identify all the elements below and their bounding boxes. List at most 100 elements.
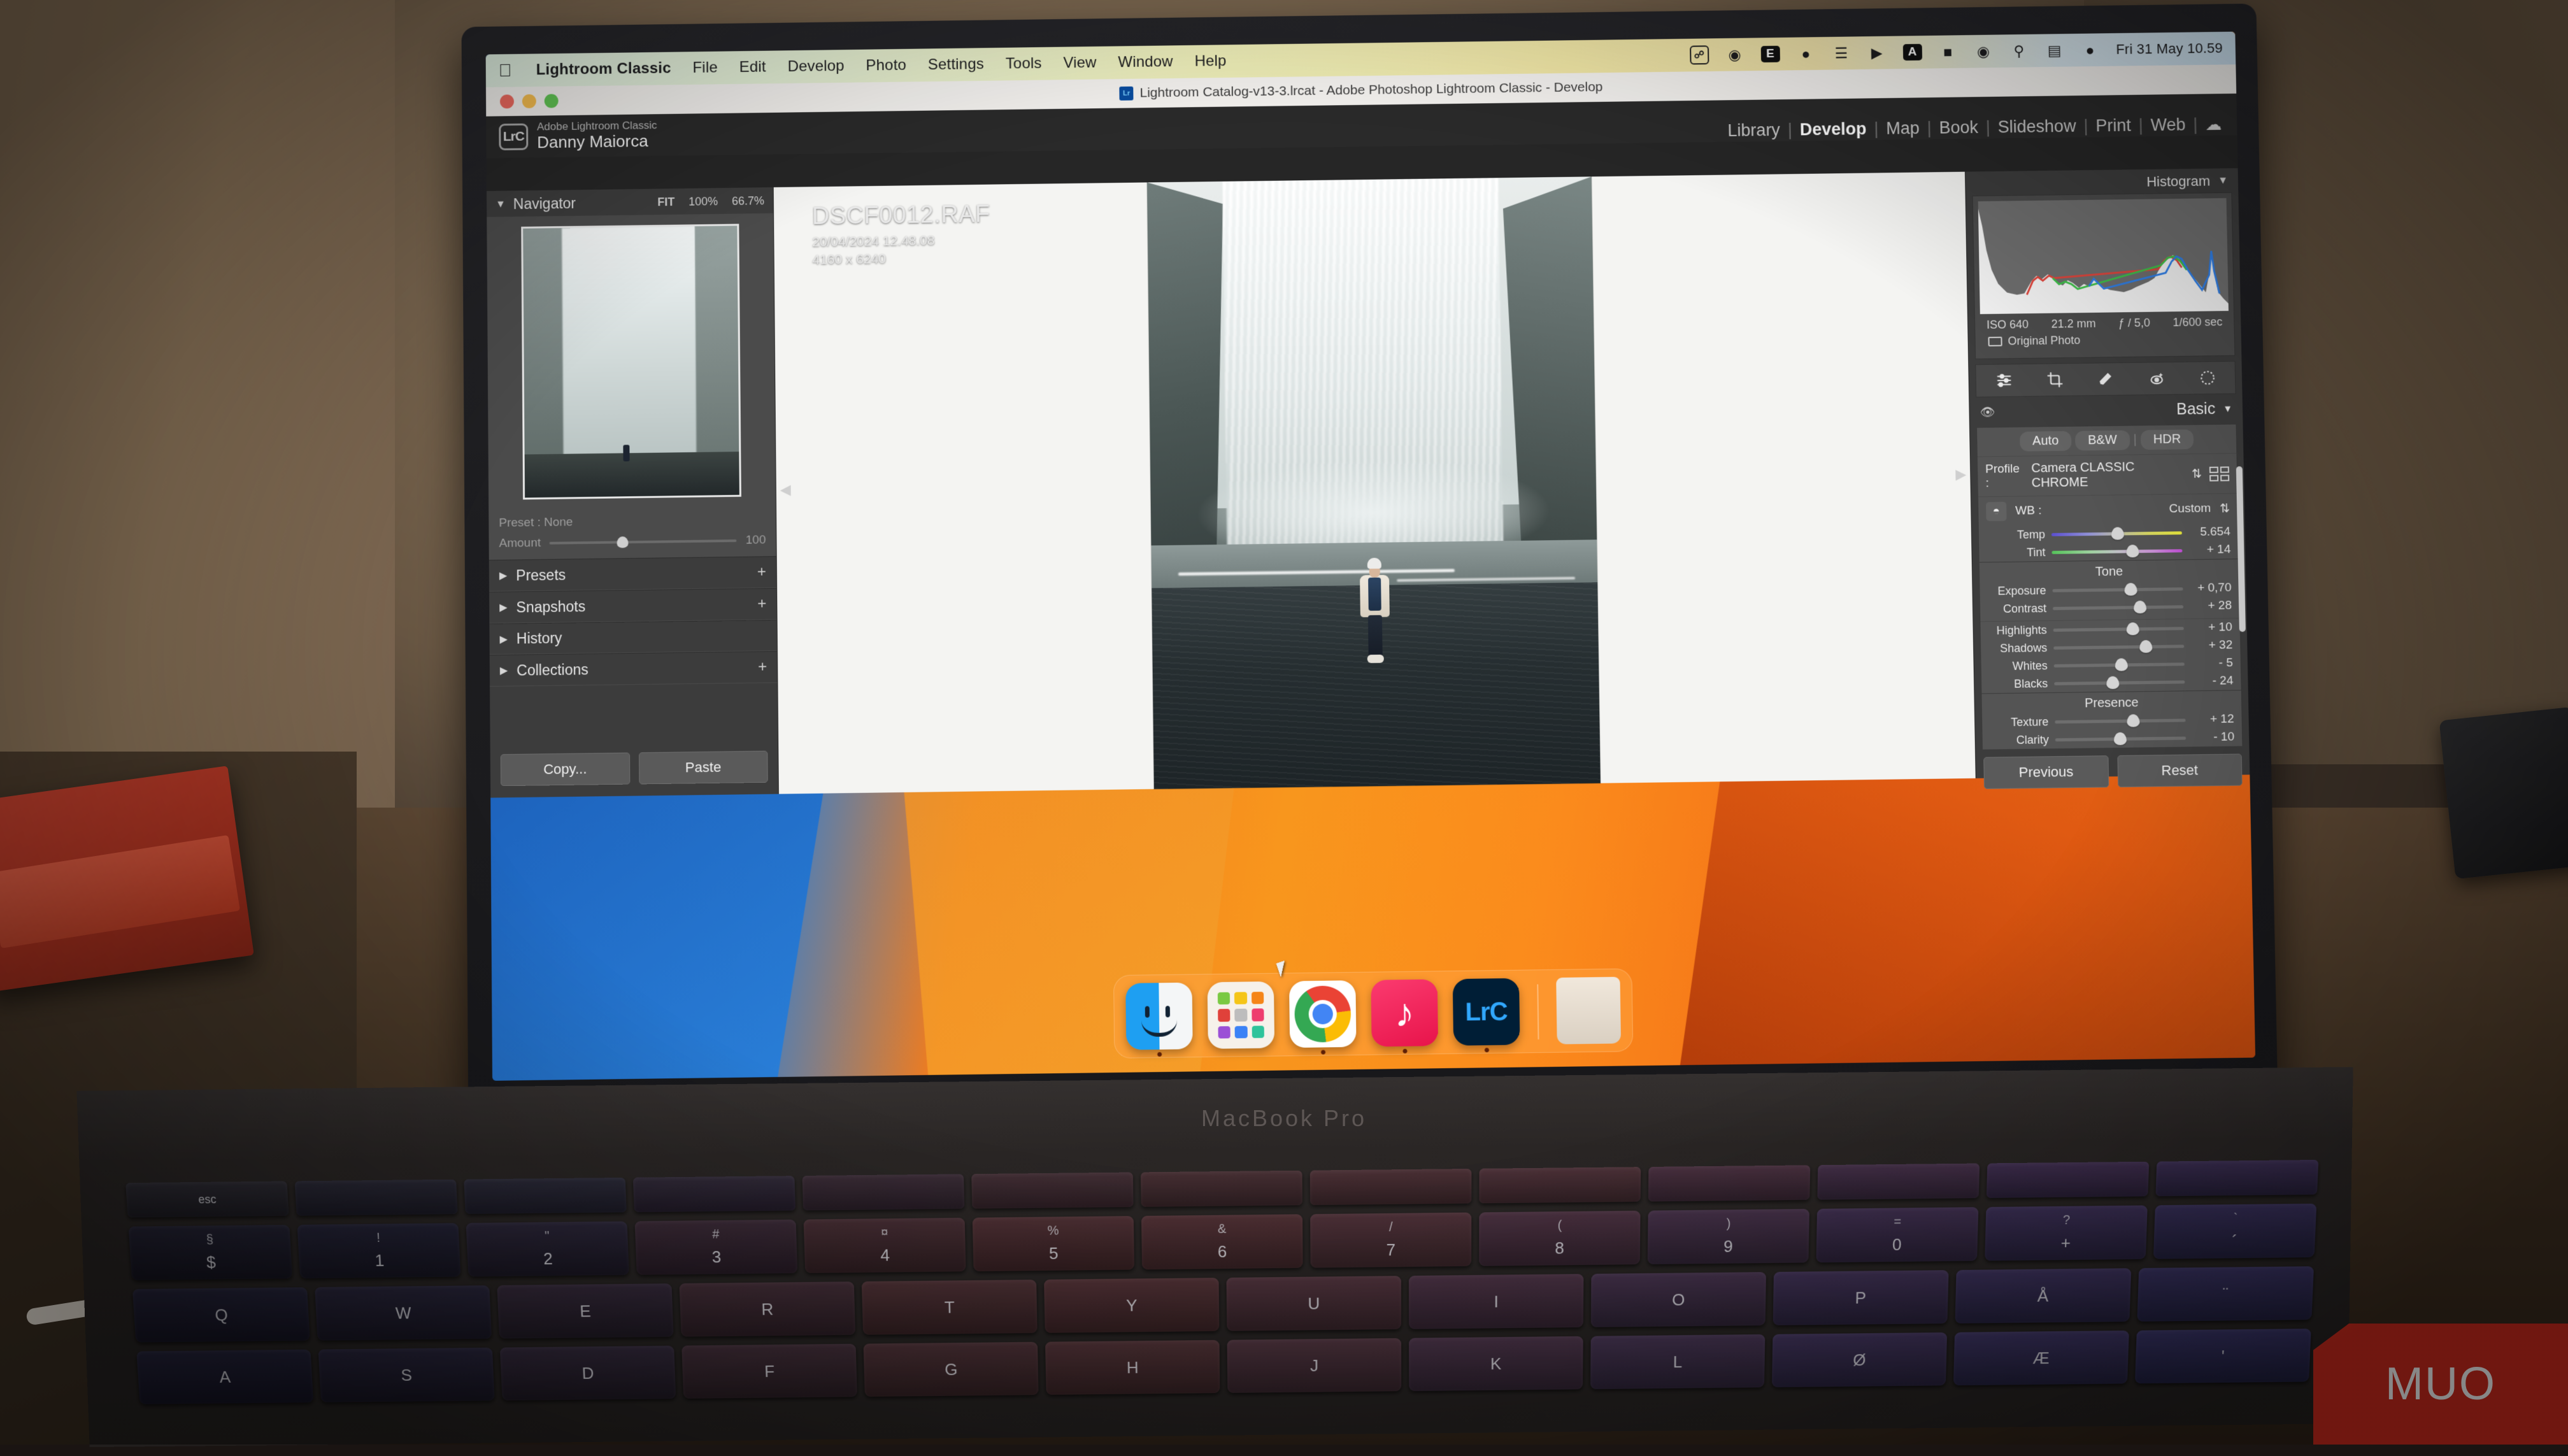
module-develop[interactable]: Develop bbox=[1792, 119, 1874, 139]
histogram-graph[interactable] bbox=[1978, 198, 2229, 314]
eyedropper-icon[interactable]: ◓ bbox=[1986, 502, 2007, 521]
key-g[interactable]: G bbox=[864, 1342, 1039, 1397]
key-r[interactable]: R bbox=[679, 1281, 855, 1337]
slider-knob[interactable] bbox=[2127, 714, 2139, 727]
chevron-down-icon[interactable]: ▼ bbox=[2223, 404, 2232, 415]
key-f5[interactable] bbox=[971, 1173, 1133, 1209]
key-d[interactable]: D bbox=[500, 1346, 676, 1401]
module-print[interactable]: Print bbox=[2088, 116, 2139, 136]
bw-button[interactable]: B&W bbox=[2075, 431, 2130, 451]
basic-panel-header[interactable]: 👁 Basic ▼ bbox=[1969, 394, 2243, 427]
menu-item-view[interactable]: View bbox=[1063, 54, 1096, 72]
zoom-667[interactable]: 66.7% bbox=[732, 194, 764, 208]
key-7[interactable]: /7 bbox=[1310, 1213, 1471, 1268]
key-u[interactable]: U bbox=[1226, 1276, 1401, 1331]
image-canvas[interactable]: DSCF0012.RAF 20/04/2024 12.48.08 4160 x … bbox=[774, 172, 1976, 794]
key-l[interactable]: L bbox=[1590, 1334, 1765, 1389]
profile-browser-icon[interactable] bbox=[2209, 466, 2229, 481]
module-slideshow[interactable]: Slideshow bbox=[1990, 117, 2084, 138]
menu-clock[interactable]: Fri 31 May 10.59 bbox=[2116, 40, 2223, 58]
menu-item-develop[interactable]: Develop bbox=[787, 57, 844, 76]
key-f8[interactable] bbox=[1479, 1167, 1641, 1203]
slider-track[interactable] bbox=[2054, 662, 2185, 667]
profile-stepper-icon[interactable]: ⇅ bbox=[2192, 466, 2202, 481]
slider-track[interactable] bbox=[2053, 587, 2183, 592]
profile-value[interactable]: Camera CLASSIC CHROME bbox=[2031, 459, 2185, 490]
slider-knob[interactable] bbox=[2134, 600, 2146, 613]
healing-brush-icon[interactable] bbox=[2095, 369, 2117, 389]
key-t[interactable]: T bbox=[862, 1280, 1038, 1335]
slider-knob[interactable] bbox=[2126, 545, 2139, 557]
key-f10[interactable] bbox=[1817, 1164, 1979, 1200]
module-picker[interactable]: Library | Develop | Map | Book | Slidesh… bbox=[1720, 115, 2222, 141]
key-q[interactable]: Q bbox=[132, 1287, 310, 1343]
key-oslash[interactable]: Ø bbox=[1772, 1332, 1947, 1387]
slider-track[interactable] bbox=[2051, 549, 2182, 554]
key-f6[interactable] bbox=[1141, 1171, 1302, 1207]
key-2[interactable]: "2 bbox=[466, 1221, 629, 1276]
stack-icon[interactable]: ☰ bbox=[1832, 43, 1851, 62]
key-1[interactable]: !1 bbox=[297, 1223, 460, 1278]
key-f[interactable]: F bbox=[681, 1344, 857, 1399]
slider-knob[interactable] bbox=[2139, 639, 2152, 652]
paste-button[interactable]: Paste bbox=[639, 751, 768, 785]
add-preset-button[interactable]: + bbox=[757, 563, 766, 581]
key-4[interactable]: ¤4 bbox=[804, 1218, 966, 1273]
slider-knob[interactable] bbox=[2124, 583, 2137, 596]
key-h[interactable]: H bbox=[1045, 1340, 1220, 1395]
launchpad-icon[interactable] bbox=[1208, 981, 1275, 1049]
wifi-icon[interactable]: ◉ bbox=[1974, 42, 1993, 61]
slider-track[interactable] bbox=[2053, 605, 2183, 610]
slider-track[interactable] bbox=[2051, 531, 2182, 536]
key-3[interactable]: #3 bbox=[634, 1220, 797, 1275]
record-circle-icon[interactable]: ● bbox=[1796, 44, 1815, 63]
crop-icon[interactable] bbox=[2044, 369, 2066, 390]
key-f1[interactable] bbox=[295, 1180, 458, 1216]
lightroom-classic-icon[interactable]: LrC bbox=[1453, 978, 1520, 1046]
mac-dock[interactable]: ♪ LrC bbox=[1113, 968, 1633, 1059]
module-map[interactable]: Map bbox=[1878, 118, 1927, 139]
key-f7[interactable] bbox=[1310, 1169, 1472, 1205]
add-snapshot-button[interactable]: + bbox=[757, 595, 766, 613]
key-y[interactable]: Y bbox=[1044, 1278, 1219, 1333]
radial-gradient-icon[interactable] bbox=[2196, 368, 2218, 388]
k-circle-icon[interactable]: ◉ bbox=[1725, 45, 1744, 64]
module-library[interactable]: Library bbox=[1720, 120, 1788, 141]
checkbox-icon[interactable] bbox=[1988, 337, 2002, 346]
apple-icon[interactable]:  bbox=[499, 62, 512, 80]
chevron-right-icon[interactable]: ▶ bbox=[500, 664, 508, 677]
key-i[interactable]: I bbox=[1409, 1274, 1583, 1329]
key-aring[interactable]: Å bbox=[1955, 1268, 2131, 1324]
sidebar-item-presets[interactable]: ▶ Presets + bbox=[489, 556, 776, 592]
sidebar-item-collections[interactable]: ▶ Collections + bbox=[490, 651, 778, 687]
key-plus[interactable]: ?+ bbox=[1985, 1205, 2148, 1260]
chevron-right-icon[interactable]: ▶ bbox=[499, 569, 507, 582]
treatment-row[interactable]: Auto B&W | HDR bbox=[1977, 424, 2236, 456]
key-e[interactable]: E bbox=[497, 1283, 673, 1339]
key-acute[interactable]: `´ bbox=[2153, 1204, 2316, 1259]
key-p[interactable]: P bbox=[1773, 1270, 1949, 1325]
key-s[interactable]: S bbox=[318, 1348, 494, 1402]
menu-item-edit[interactable]: Edit bbox=[739, 59, 766, 76]
battery-icon[interactable]: ■ bbox=[1938, 42, 1957, 61]
reset-button[interactable]: Reset bbox=[2117, 753, 2243, 787]
key-k[interactable]: K bbox=[1409, 1336, 1583, 1391]
keyboard[interactable]: esc §$ !1 "2 #3 ¤4 %5 &6 /7 (8 )9 =0 bbox=[100, 1160, 2344, 1456]
profile-row[interactable]: Profile : Camera CLASSIC CHROME ⇅ bbox=[1978, 453, 2237, 496]
keyboard-home-row[interactable]: A S D F G H J K L Ø Æ ' bbox=[111, 1329, 2336, 1405]
slider-knob[interactable] bbox=[2114, 732, 2127, 745]
menu-item-settings[interactable]: Settings bbox=[928, 55, 984, 74]
music-icon[interactable]: ♪ bbox=[1371, 979, 1438, 1046]
chevron-down-icon[interactable]: ▼ bbox=[496, 199, 506, 210]
red-eye-icon[interactable] bbox=[2145, 368, 2167, 389]
slider-knob[interactable] bbox=[2126, 622, 2139, 635]
right-panel-collapse-arrow[interactable]: ▶ bbox=[1955, 466, 1966, 483]
white-balance-row[interactable]: ◓ WB : Custom ⇅ bbox=[1978, 493, 2238, 526]
copy-button[interactable]: Copy... bbox=[501, 752, 630, 786]
key-9[interactable]: )9 bbox=[1648, 1209, 1809, 1264]
sidebar-item-history[interactable]: ▶ History bbox=[489, 620, 777, 655]
add-collection-button[interactable]: + bbox=[758, 658, 767, 676]
key-8[interactable]: (8 bbox=[1479, 1211, 1640, 1266]
key-a[interactable]: A bbox=[136, 1350, 313, 1404]
histogram-header[interactable]: Histogram ▼ bbox=[1965, 168, 2238, 196]
